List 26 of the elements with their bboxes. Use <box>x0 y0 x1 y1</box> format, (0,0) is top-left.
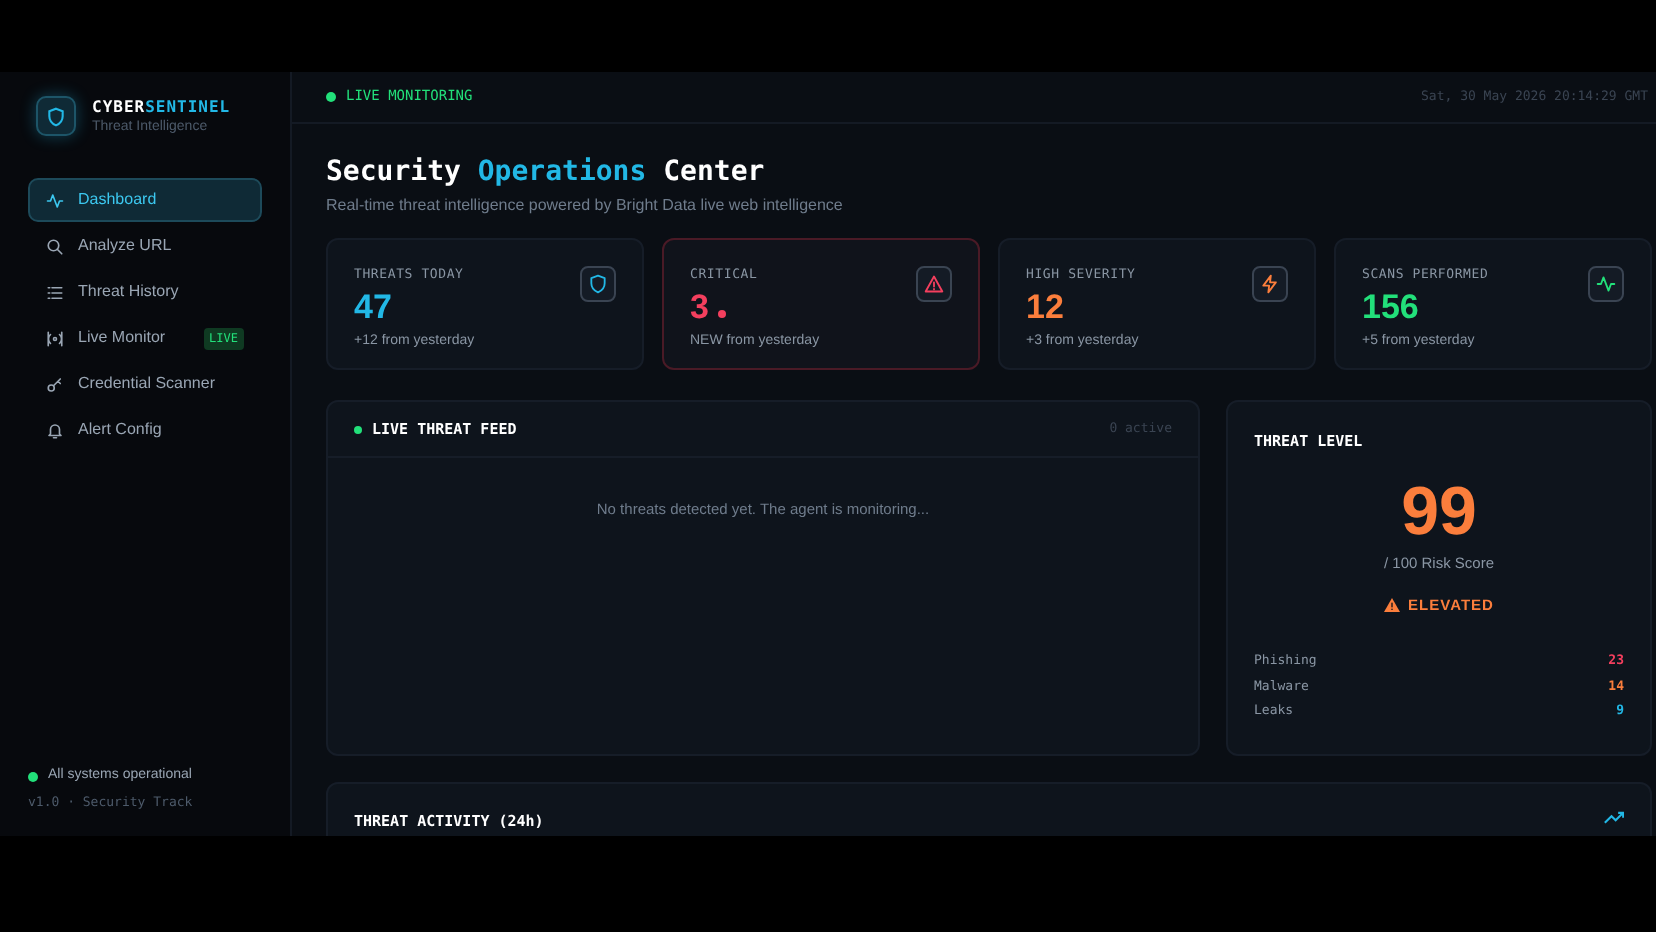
key-icon <box>46 375 64 393</box>
warning-icon <box>1384 597 1401 612</box>
nav-item[interactable]: Dashboard <box>28 178 262 222</box>
trend-icon <box>1604 810 1624 824</box>
nav-item[interactable]: Alert Config <box>28 408 262 452</box>
list-icon <box>46 283 64 301</box>
stat-value: 47 <box>354 287 392 328</box>
broadcast-icon <box>46 329 64 347</box>
nav-item[interactable]: Credential Scanner <box>28 362 262 406</box>
bell-icon <box>46 421 64 439</box>
brand-name: CYBERSENTINEL <box>92 97 231 117</box>
page-title: Security Operations Center <box>326 154 767 190</box>
nav-item[interactable]: Threat History <box>28 270 262 314</box>
warning-icon <box>924 274 944 294</box>
stat-value: 3 <box>690 287 709 328</box>
lightning-icon <box>1260 274 1280 294</box>
nav-item[interactable]: Analyze URL <box>28 224 262 268</box>
pulse-icon <box>46 191 64 209</box>
stat-value: 12 <box>1026 287 1064 328</box>
shield-logo-icon <box>36 96 76 136</box>
stat-value: 156 <box>1362 287 1419 328</box>
search-icon <box>46 237 64 255</box>
risk-score: 99 <box>1399 476 1479 549</box>
pulse-icon <box>1596 274 1616 294</box>
shield-icon <box>588 274 608 294</box>
page-subtitle: Real-time threat intelligence powered by Bright Data live web intelligence <box>326 194 845 218</box>
